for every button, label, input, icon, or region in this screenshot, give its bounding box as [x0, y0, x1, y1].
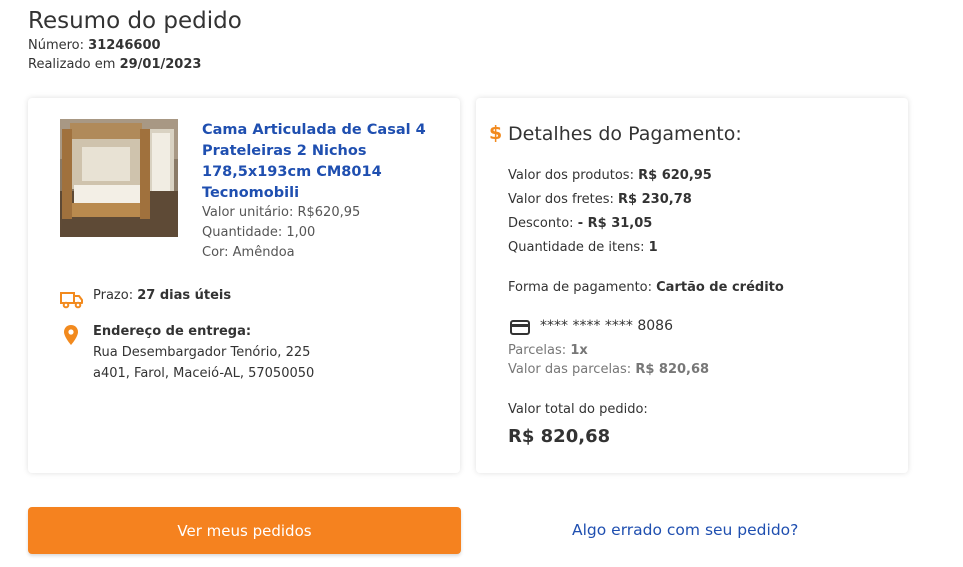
payment-method-label: Forma de pagamento:	[508, 280, 652, 295]
shipping-value: R$ 230,78	[618, 192, 692, 207]
installments-value: 1x	[570, 343, 588, 358]
discount-value: - R$ 31,05	[577, 216, 653, 231]
payment-card: $ Detalhes do Pagamento: Valor dos produ…	[476, 98, 908, 473]
product-quantity: Quantidade: 1,00	[202, 225, 316, 240]
shipping-label: Valor dos fretes:	[508, 192, 614, 207]
payment-summary: Valor dos produtos: R$ 620,95 Valor dos …	[508, 164, 712, 260]
delivery-address: Endereço de entrega: Rua Desembargador T…	[93, 321, 314, 384]
order-date: Realizado em 29/01/2023	[28, 55, 242, 74]
items-count-value: 1	[648, 240, 658, 255]
installment-amount-value: R$ 820,68	[635, 362, 710, 377]
deadline-value: 27 dias úteis	[137, 288, 232, 303]
delivery-deadline: Prazo: 27 dias úteis	[93, 286, 231, 306]
order-date-value: 29/01/2023	[119, 57, 202, 72]
product-name-link[interactable]: Cama Articulada de Casal 4 Prateleiras 2…	[202, 120, 442, 204]
payment-method: Forma de pagamento: Cartão de crédito	[508, 280, 784, 295]
product-color: Cor: Amêndoa	[202, 245, 295, 260]
products-total-label: Valor dos produtos:	[508, 168, 634, 183]
order-number-label: Número:	[28, 38, 85, 53]
payment-method-value: Cartão de crédito	[656, 280, 784, 295]
address-label: Endereço de entrega:	[93, 324, 252, 339]
truck-icon	[60, 291, 84, 313]
page-title: Resumo do pedido	[28, 8, 242, 34]
dollar-icon: $	[489, 122, 503, 144]
discount-row: Desconto: - R$ 31,05	[508, 212, 712, 236]
shipping-row: Valor dos fretes: R$ 230,78	[508, 188, 712, 212]
items-count-label: Quantidade de itens:	[508, 240, 645, 255]
products-total-value: R$ 620,95	[638, 168, 712, 183]
product-image[interactable]	[60, 119, 178, 237]
products-total-row: Valor dos produtos: R$ 620,95	[508, 164, 712, 188]
installment-amount-row: Valor das parcelas: R$ 820,68	[508, 360, 709, 379]
report-issue-link[interactable]: Algo errado com seu pedido?	[572, 521, 798, 539]
credit-card-icon	[510, 320, 530, 339]
order-total-label: Valor total do pedido:	[508, 402, 648, 417]
order-date-label: Realizado em	[28, 57, 116, 72]
installments-label: Parcelas:	[508, 343, 567, 358]
installment-amount-label: Valor das parcelas:	[508, 362, 632, 377]
discount-label: Desconto:	[508, 216, 574, 231]
order-header: Resumo do pedido Número: 31246600 Realiz…	[28, 6, 242, 74]
product-info: Valor unitário: R$620,95 Quantidade: 1,0…	[202, 203, 360, 263]
items-count-row: Quantidade de itens: 1	[508, 236, 712, 260]
address-line-1: Rua Desembargador Tenório, 225	[93, 345, 311, 360]
location-pin-icon	[64, 325, 78, 349]
deadline-label: Prazo:	[93, 288, 134, 303]
address-line-2: a401, Farol, Maceió-AL, 57050050	[93, 366, 315, 381]
order-number-value: 31246600	[88, 38, 161, 53]
order-number: Número: 31246600	[28, 36, 242, 55]
card-number: **** **** **** 8086	[540, 318, 673, 334]
product-card: Cama Articulada de Casal 4 Prateleiras 2…	[28, 98, 460, 473]
installments-row: Parcelas: 1x	[508, 341, 709, 360]
view-orders-button[interactable]: Ver meus pedidos	[28, 507, 461, 554]
order-total-value: R$ 820,68	[508, 426, 611, 447]
product-unit-price: Valor unitário: R$620,95	[202, 205, 361, 220]
payment-title: Detalhes do Pagamento:	[508, 123, 742, 145]
installments-info: Parcelas: 1x Valor das parcelas: R$ 820,…	[508, 341, 709, 379]
